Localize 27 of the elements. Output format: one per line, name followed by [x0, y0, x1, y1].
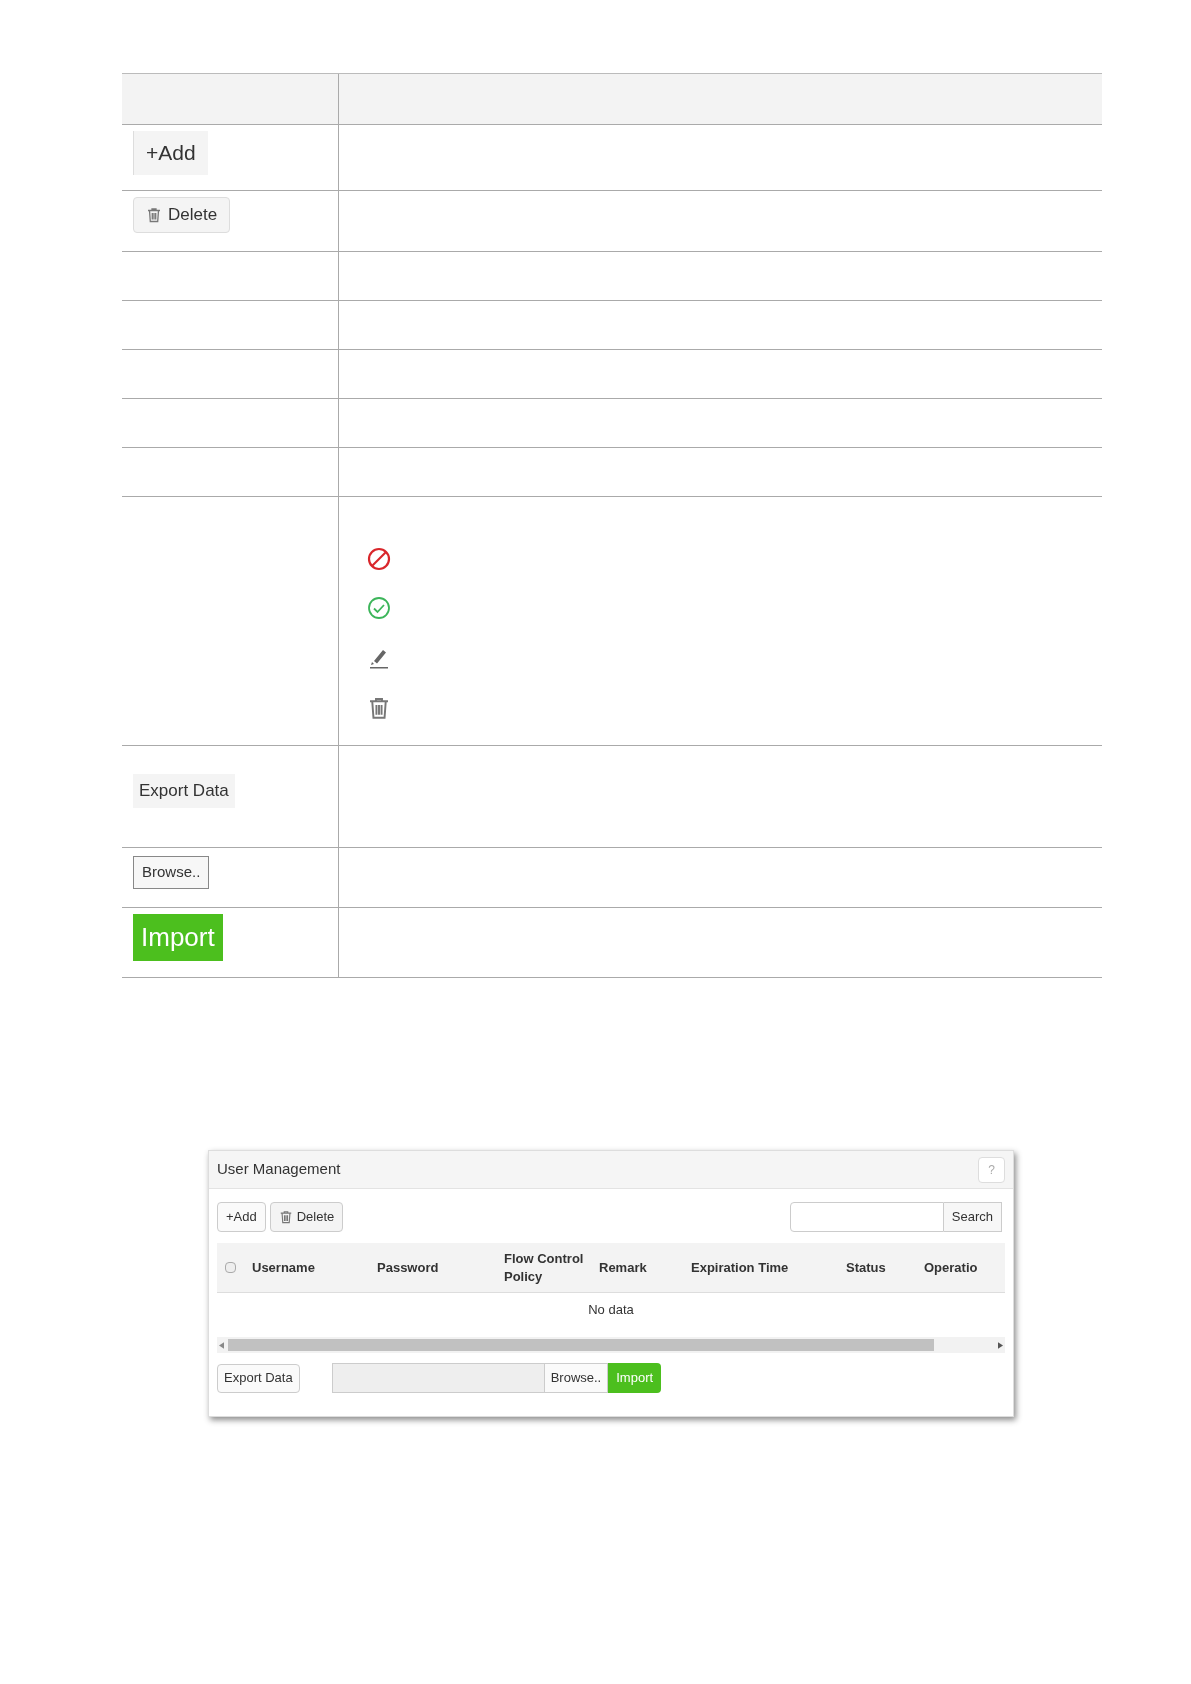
- column-header: Remark: [599, 1258, 648, 1277]
- check-circle-icon: [367, 596, 391, 620]
- horizontal-scrollbar[interactable]: [217, 1337, 1005, 1353]
- column-header: Expiration Time: [691, 1258, 790, 1277]
- trash-icon: [278, 1209, 293, 1225]
- add-button[interactable]: +Add: [217, 1202, 266, 1232]
- select-all-checkbox[interactable]: [225, 1262, 236, 1273]
- export-data-button[interactable]: Export Data: [217, 1363, 300, 1393]
- search-button[interactable]: Search: [943, 1202, 1002, 1232]
- search-field[interactable]: [789, 1202, 944, 1232]
- column-header: Username: [252, 1258, 316, 1277]
- delete-button[interactable]: Delete: [269, 1202, 344, 1232]
- column-header: Password: [377, 1258, 440, 1277]
- scroll-right-icon[interactable]: [998, 1341, 1003, 1349]
- column-header: Operatio: [924, 1258, 979, 1277]
- prohibited-icon: [367, 547, 391, 571]
- file-path-field[interactable]: [331, 1363, 545, 1393]
- browse-button[interactable]: Browse..: [133, 856, 210, 889]
- delete-button[interactable]: Delete: [133, 197, 231, 233]
- scroll-left-icon[interactable]: [219, 1341, 224, 1349]
- window-title: User Management: [217, 1159, 341, 1180]
- export-data-button[interactable]: Export Data: [133, 774, 235, 808]
- empty-message: No data: [588, 1301, 634, 1320]
- column-header: Flow Control Policy: [504, 1249, 585, 1286]
- column-header: Status: [846, 1258, 887, 1277]
- browse-button[interactable]: Browse..: [544, 1363, 609, 1393]
- add-button[interactable]: +Add: [133, 131, 208, 175]
